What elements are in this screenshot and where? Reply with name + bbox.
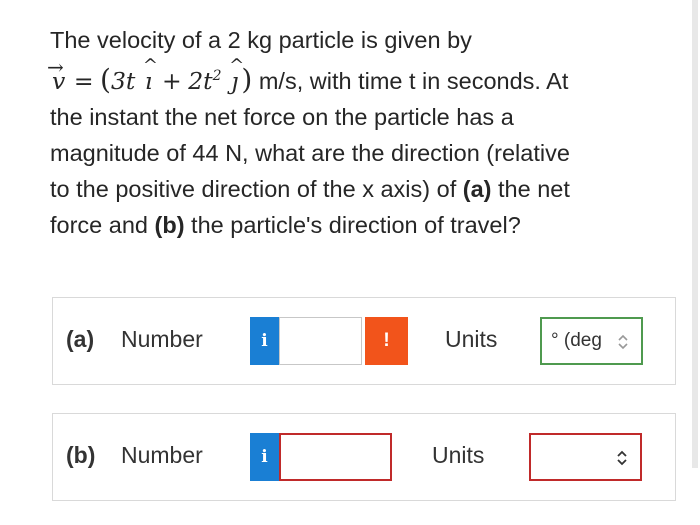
warning-button-a[interactable]: ! [365,317,408,365]
question-line-4: magnitude of 44 N, what are the directio… [50,139,570,166]
velocity-vector-symbol: → v [47,55,67,99]
part-label-b: (b) [66,442,96,468]
chevron-up-down-icon [618,334,628,350]
part-label-a: (a) [66,326,95,352]
question-text: The velocity of a 2 kg particle is given… [47,22,660,243]
units-selected-value-a: ° (deg [551,330,602,351]
equals-sign: = [73,66,94,95]
info-button-b[interactable]: i [250,433,279,481]
question-line-3: the instant the net force on the particl… [50,103,514,130]
number-label-a: Number [121,326,203,352]
units-label-a: Units [445,326,498,352]
units-label-b: Units [432,442,485,468]
number-input-b[interactable] [279,433,392,481]
part-b-ref: (b) [154,211,185,238]
velocity-equation: → v = (3t ^ ı + 2t2 ^ ȷ) m/s, with time t i… [47,54,660,99]
number-label-b: Number [121,442,203,468]
question-line-1: The velocity of a 2 kg particle is given… [50,27,472,53]
answer-row-a: (a) Number i ! Units ° (deg [52,297,676,385]
part-a-ref: (a) [462,175,492,202]
scrollbar[interactable] [692,0,698,468]
number-input-a[interactable] [279,317,362,365]
units-select-a[interactable]: ° (deg [540,317,643,365]
info-icon: i [261,447,268,467]
term-2: 2t [188,66,213,95]
question-line-2-tail: m/s, with time t in seconds. At [258,67,569,94]
j-hat-symbol: ^ ȷ [229,54,245,95]
term-1: 3t [110,66,136,95]
info-icon: i [261,331,268,351]
warning-icon: ! [383,330,390,351]
plus-sign: + [161,66,182,95]
exponent: 2 [212,68,222,84]
units-select-b[interactable] [529,433,642,481]
vector-arrow-icon: → [47,54,64,79]
info-button-a[interactable]: i [250,317,279,365]
question-line-5: to the positive direction of the x axis)… [50,175,570,202]
chevron-up-down-icon [617,450,627,466]
question-line-6: force and (b) the particle's direction o… [50,211,521,238]
i-hat-symbol: ^ ı [142,54,159,95]
answer-row-b: (b) Number i Units [52,413,676,501]
